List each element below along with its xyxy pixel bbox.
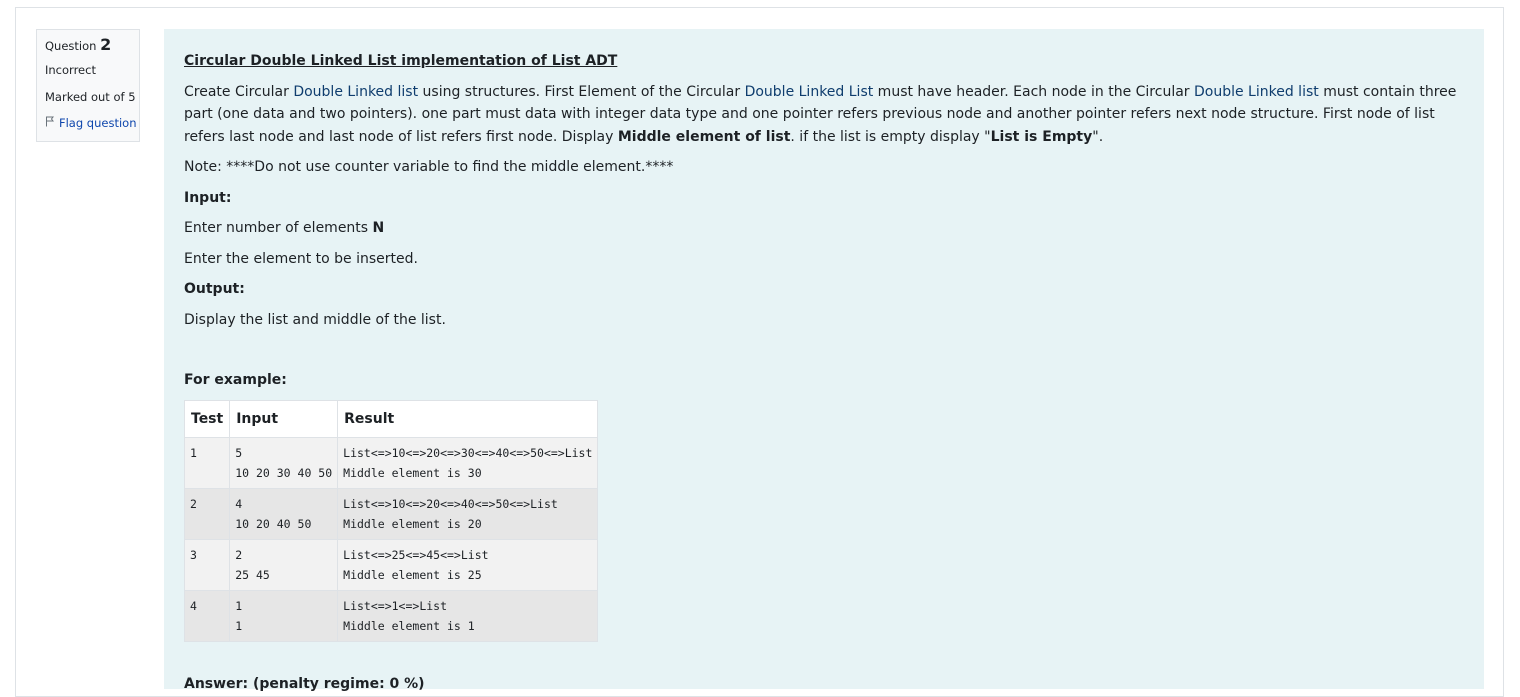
output-line: Display the list and middle of the list. (184, 311, 446, 328)
question-number: Question 2 (45, 35, 112, 54)
header-input: Input (229, 399, 339, 438)
result-cell: List<=>10<=>20<=>40<=>50<=>List Middle e… (337, 488, 599, 540)
input-cell: 1 1 (229, 590, 339, 642)
question-state: Incorrect (45, 63, 96, 77)
table-row: 3 2 25 45 List<=>25<=>45<=>List Middle e… (183, 539, 599, 591)
result-cell: List<=>25<=>45<=>List Middle element is … (337, 539, 599, 591)
question-title: Circular Double Linked List implementati… (184, 53, 618, 69)
input-line-2: Enter the element to be inserted. (184, 250, 418, 267)
input-cell: 4 10 20 40 50 (229, 488, 339, 540)
table-row: 4 1 1 List<=>1<=>List Middle element is … (183, 590, 599, 642)
result-cell: List<=>10<=>20<=>30<=>40<=>50<=>List Mid… (337, 437, 599, 489)
test-cell: 3 (183, 539, 231, 591)
flag-icon (45, 116, 55, 130)
input-cell: 2 25 45 (229, 539, 339, 591)
flag-question-label: Flag question (59, 116, 137, 130)
header-test: Test (183, 399, 231, 438)
answer-heading: Answer: (penalty regime: 0 %) (184, 676, 425, 692)
test-cell: 2 (183, 488, 231, 540)
result-cell: List<=>1<=>List Middle element is 1 (337, 590, 599, 642)
example-heading: For example: (184, 372, 287, 388)
flag-question-button[interactable]: Flag question (45, 116, 139, 130)
question-text-panel: Circular Double Linked List implementati… (164, 29, 1484, 689)
input-cell: 5 10 20 30 40 50 (229, 437, 339, 489)
table-row: 2 4 10 20 40 50 List<=>10<=>20<=>40<=>50… (183, 488, 599, 540)
table-row: 1 5 10 20 30 40 50 List<=>10<=>20<=>30<=… (183, 437, 599, 489)
test-cell: 4 (183, 590, 231, 642)
test-cell: 1 (183, 437, 231, 489)
example-table: Test Input Result 1 5 10 20 30 40 50 Lis… (183, 399, 599, 642)
question-info-panel: Question 2 Incorrect Marked out of 5 Fla… (36, 29, 140, 142)
input-line-1: Enter number of elements N (184, 220, 385, 236)
example-header-row: Test Input Result (183, 399, 599, 438)
question-description: Create Circular Double Linked list using… (184, 83, 1457, 145)
output-heading: Output: (184, 281, 245, 297)
header-result: Result (337, 399, 599, 438)
input-heading: Input: (184, 189, 232, 206)
question-grade: Marked out of 5 (45, 90, 136, 104)
question-note: Note: ****Do not use counter variable to… (184, 159, 674, 175)
